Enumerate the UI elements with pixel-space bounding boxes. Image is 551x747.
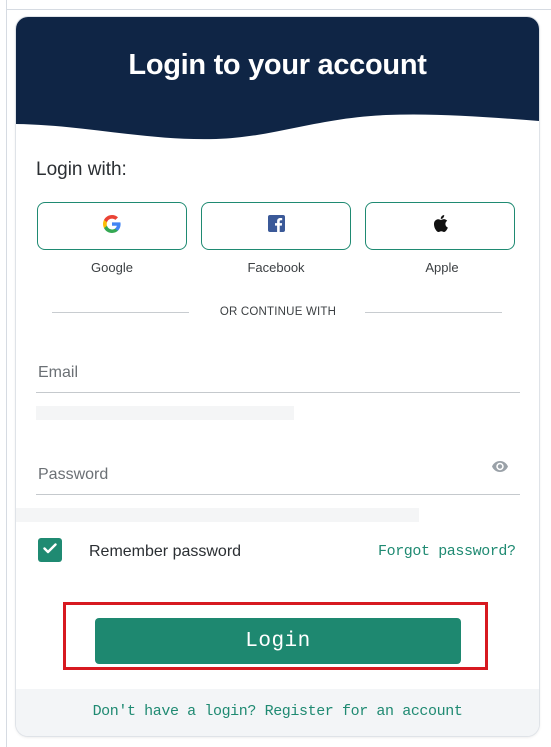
email-field[interactable] — [36, 353, 520, 393]
divider-line-left — [52, 312, 189, 313]
google-login-button[interactable] — [37, 202, 187, 250]
remember-checkbox[interactable] — [38, 538, 62, 562]
card-footer: Don't have a login? Register for an acco… — [16, 689, 539, 736]
password-field[interactable] — [36, 455, 520, 495]
divider-line-right — [365, 312, 502, 313]
checkmark-icon — [43, 541, 57, 559]
divider-text: OR CONTINUE WITH — [219, 306, 337, 318]
facebook-label: Facebook — [247, 260, 305, 275]
login-with-label: Login with: — [36, 159, 127, 180]
login-button[interactable]: Login — [95, 618, 461, 664]
facebook-icon — [267, 215, 285, 237]
google-icon — [103, 214, 121, 238]
field-helper-area — [36, 406, 294, 420]
forgot-password-link[interactable]: Forgot password? — [378, 543, 516, 560]
apple-icon — [433, 215, 448, 237]
register-link[interactable]: Don't have a login? Register for an acco… — [16, 703, 539, 720]
field-helper-area — [16, 508, 419, 522]
page-border — [6, 0, 7, 747]
google-label: Google — [91, 260, 133, 275]
apple-label: Apple — [425, 260, 459, 275]
login-card: Login to your account Login with: Google… — [16, 17, 539, 736]
card-header: Login to your account — [16, 17, 539, 167]
remember-label[interactable]: Remember password — [89, 543, 241, 561]
eye-icon[interactable] — [492, 459, 508, 477]
apple-login-button[interactable] — [365, 202, 515, 250]
facebook-login-button[interactable] — [201, 202, 351, 250]
page-border-top — [6, 9, 551, 10]
page-title: Login to your account — [128, 49, 427, 81]
header-wave-background — [16, 17, 539, 140]
